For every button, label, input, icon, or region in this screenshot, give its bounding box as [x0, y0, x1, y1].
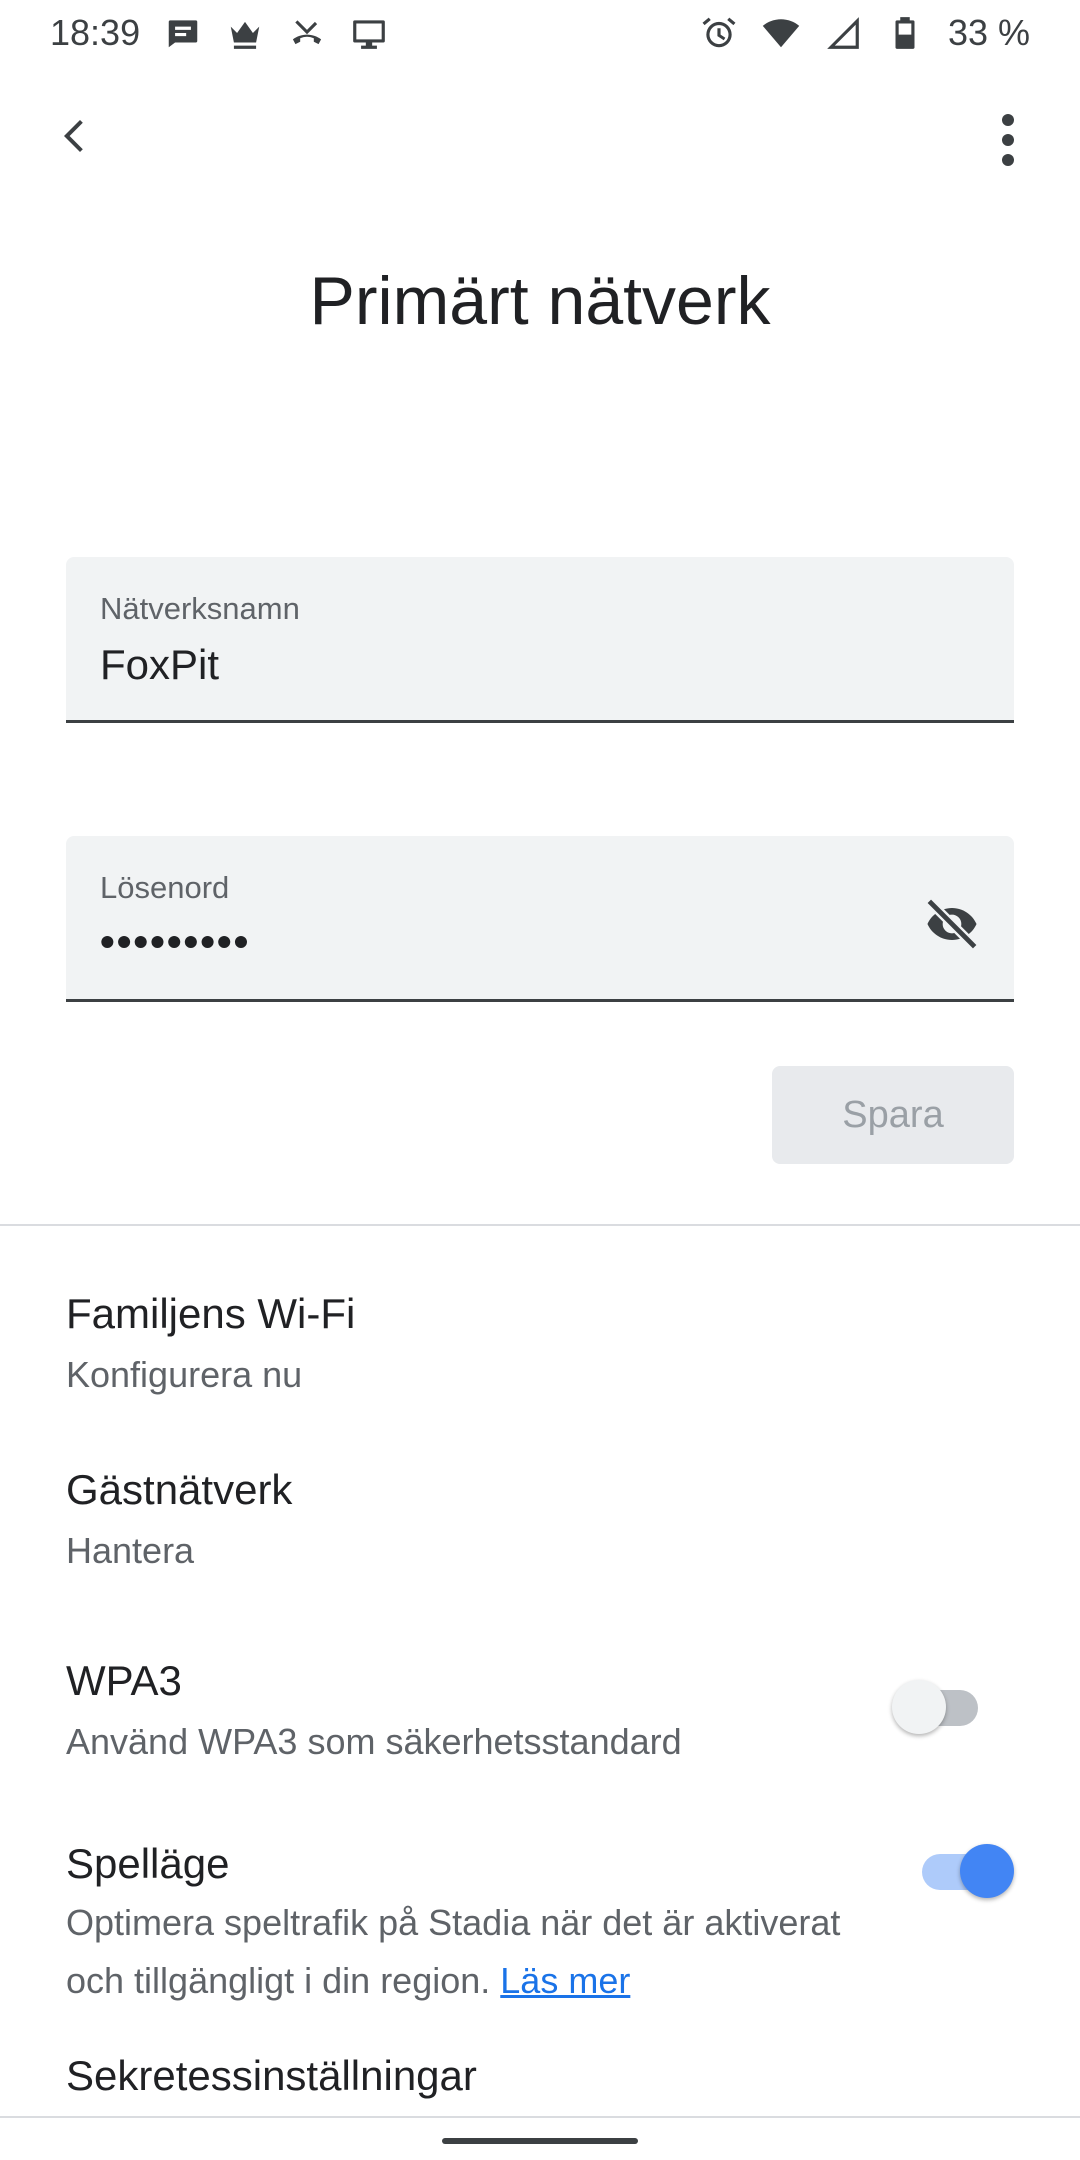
setting-wpa3[interactable]: WPA3 Använd WPA3 som säkerhetsstandard [66, 1657, 886, 1771]
network-name-label: Nätverksnamn [100, 591, 300, 626]
password-field[interactable]: Lösenord ••••••••• [66, 836, 1014, 1002]
setting-family-wifi[interactable]: Familjens Wi-Fi Konfigurera nu [66, 1290, 1014, 1404]
game-mode-toggle[interactable] [916, 1844, 1014, 1898]
status-bar-left: 18:39 [50, 12, 388, 54]
save-button[interactable]: Spara [772, 1066, 1014, 1164]
setting-title: WPA3 [66, 1657, 182, 1704]
network-name-value[interactable]: FoxPit [100, 641, 219, 689]
signal-icon [824, 14, 862, 52]
setting-subtitle: Hantera [66, 1530, 195, 1571]
battery-icon [886, 14, 924, 52]
setting-privacy[interactable]: Sekretessinställningar [66, 2052, 1014, 2100]
back-button[interactable] [52, 112, 100, 160]
toggle-thumb [892, 1680, 946, 1734]
learn-more-link[interactable]: Läs mer [500, 1960, 630, 2001]
setting-subtitle: Använd WPA3 som säkerhetsstandard [66, 1721, 682, 1762]
status-time: 18:39 [50, 12, 141, 53]
cast-icon [350, 14, 388, 52]
chevron-left-icon [64, 120, 83, 152]
message-icon [164, 14, 202, 52]
page-title: Primärt nätverk [309, 263, 771, 339]
visibility-off-icon [925, 897, 979, 951]
toggle-password-visibility-button[interactable] [920, 892, 984, 956]
battery-percent: 33 % [947, 12, 1030, 53]
more-vert-icon [1002, 114, 1014, 166]
setting-title: Sekretessinställningar [66, 2052, 477, 2099]
gesture-nav-handle[interactable] [442, 2138, 638, 2144]
network-name-field[interactable]: Nätverksnamn FoxPit [66, 557, 1014, 723]
status-bar: 18:39 33 % [0, 0, 1080, 66]
setting-subtitle: Optimera speltrafik på Stadia när det är… [66, 1894, 886, 2010]
alarm-icon [700, 14, 738, 52]
setting-game-mode[interactable]: Spelläge Optimera speltrafik på Stadia n… [66, 1840, 886, 2010]
setting-title: Familjens Wi-Fi [66, 1290, 356, 1337]
missed-call-icon [288, 14, 326, 52]
more-options-button[interactable] [984, 112, 1032, 168]
setting-title: Spelläge [66, 1840, 230, 1887]
status-bar-right: 33 % [700, 12, 1030, 54]
password-label: Lösenord [100, 870, 230, 905]
password-value[interactable]: ••••••••• [100, 918, 250, 966]
bottom-divider [0, 2116, 1080, 2118]
toggle-thumb [960, 1844, 1014, 1898]
game-mode-description: Optimera speltrafik på Stadia när det är… [66, 1902, 841, 2001]
section-divider [0, 1224, 1080, 1226]
crown-icon [226, 14, 264, 52]
wpa3-toggle[interactable] [892, 1680, 984, 1734]
setting-subtitle: Konfigurera nu [66, 1354, 303, 1395]
wifi-icon [762, 14, 800, 52]
setting-guest-network[interactable]: Gästnätverk Hantera [66, 1466, 1014, 1580]
setting-title: Gästnätverk [66, 1466, 293, 1513]
